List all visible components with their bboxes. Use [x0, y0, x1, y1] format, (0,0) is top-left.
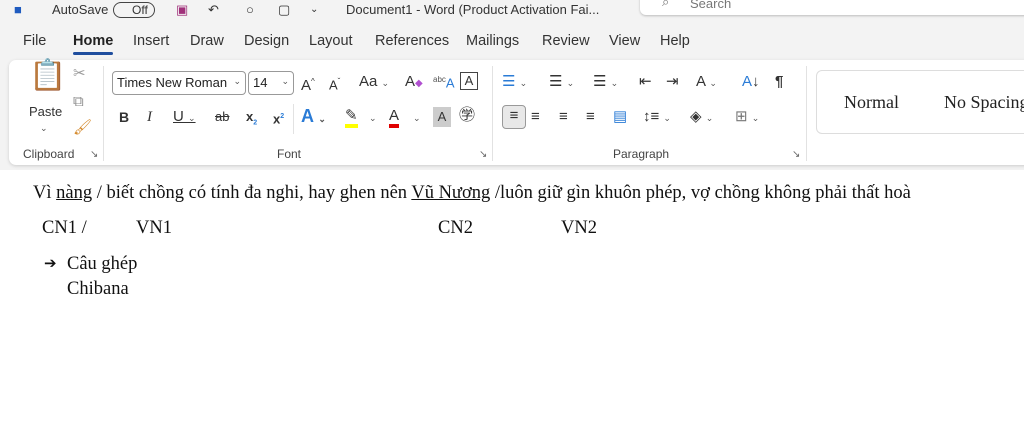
ribbon-home: 📋 Paste ⌄ ✂ ⧉ 🖌 Clipboard ↘ Times New Ro… [9, 60, 1024, 165]
tab-mailings[interactable]: Mailings [466, 33, 519, 49]
divider [103, 66, 104, 161]
highlight-color-icon[interactable]: ✎ [345, 106, 358, 128]
format-painter-icon[interactable]: 🖌 [73, 118, 92, 138]
phonetic-guide-icon[interactable]: abcA [433, 70, 455, 93]
ribbon-area: ■ AutoSave Off ▣ ↶ ○ ▢ ⌄ Document1 - Wor… [0, 0, 1024, 170]
bold-icon[interactable]: B [119, 107, 129, 127]
note-text: Chibana [67, 279, 129, 299]
show-marks-icon[interactable]: ¶ [775, 72, 783, 92]
font-group-label: Font [277, 147, 302, 161]
font-size-select[interactable]: 14 ⌄ [248, 71, 294, 95]
customize-chevron-icon[interactable]: ⌄ [310, 2, 318, 18]
superscript-icon[interactable]: x2 [273, 107, 284, 129]
arrow-icon: ➔ [44, 254, 57, 272]
paragraph-sentence: Vì nàng / biết chồng có tính đa nghi, ha… [33, 183, 911, 203]
line-spacing-icon[interactable]: ↕≡ ⌄ [643, 107, 671, 128]
bullets-icon[interactable]: ☰ ⌄ [502, 72, 527, 93]
character-spacing-icon[interactable]: A ⌄ [696, 72, 717, 93]
window-title: Document1 - Word (Product Activation Fai… [346, 2, 600, 17]
chevron-down-icon: ⌄ [281, 76, 289, 86]
tab-draw[interactable]: Draw [190, 33, 224, 49]
font-launcher-icon[interactable]: ↘ [479, 149, 487, 160]
redo-icon[interactable]: ○ [246, 2, 254, 18]
shrink-font-icon[interactable]: Aˇ [329, 72, 340, 95]
borders-icon[interactable]: ⊞ ⌄ [735, 107, 759, 128]
paste-icon[interactable]: 📋 [29, 61, 66, 91]
autosave-label: AutoSave [52, 2, 109, 17]
sort-icon[interactable]: A↓ [742, 72, 760, 92]
label-cn2: CN2 [438, 218, 473, 238]
numbering-icon[interactable]: ☰ ⌄ [549, 72, 574, 93]
undo-icon[interactable]: ↶ [208, 2, 219, 18]
divider [293, 104, 294, 134]
shading-icon[interactable]: ◈ ⌄ [690, 107, 713, 128]
save-icon[interactable]: ▣ [176, 2, 188, 18]
cut-icon[interactable]: ✂ [73, 64, 86, 84]
tab-file[interactable]: File [23, 33, 46, 49]
paragraph-group-label: Paragraph [613, 147, 670, 161]
styles-gallery: Normal No Spacing [816, 70, 1024, 134]
copy-icon[interactable]: ⧉ [73, 92, 84, 112]
chevron-down-icon: ⌄ [233, 76, 241, 86]
multilevel-list-icon[interactable]: ☰ ⌄ [593, 72, 618, 93]
label-cn1: CN1 / [42, 218, 87, 238]
italic-icon[interactable]: I [147, 107, 152, 127]
paragraph-launcher-icon[interactable]: ↘ [792, 149, 800, 160]
font-color-dropdown-icon[interactable]: ⌄ [413, 108, 421, 128]
new-doc-icon[interactable]: ▢ [278, 2, 290, 18]
tab-help[interactable]: Help [660, 33, 690, 49]
text-effects-icon[interactable]: A ⌄ [301, 106, 326, 129]
distributed-icon[interactable]: ▤ [613, 107, 627, 127]
search-icon: ⌕ [662, 0, 670, 9]
tab-home[interactable]: Home [73, 33, 114, 55]
tab-view[interactable]: View [609, 33, 640, 49]
grow-font-icon[interactable]: A^ [301, 72, 315, 96]
decrease-indent-icon[interactable]: ⇤ [639, 72, 652, 92]
tab-layout[interactable]: Layout [309, 33, 353, 49]
clipboard-launcher-icon[interactable]: ↘ [90, 149, 98, 160]
strikethrough-icon[interactable]: ab [215, 107, 229, 127]
clipboard-group-label: Clipboard [23, 147, 75, 161]
align-left-icon[interactable]: ≡ [502, 105, 526, 129]
increase-indent-icon[interactable]: ⇥ [666, 72, 679, 92]
font-color-icon[interactable]: A [389, 106, 400, 128]
label-vn2: VN2 [561, 218, 597, 238]
change-case-icon[interactable]: Aa ⌄ [359, 72, 389, 93]
divider [806, 66, 807, 161]
highlight-dropdown-icon[interactable]: ⌄ [369, 108, 377, 128]
clear-formatting-icon[interactable]: A◆ [405, 72, 423, 94]
tab-insert[interactable]: Insert [133, 33, 169, 49]
autosave-toggle[interactable]: Off [113, 2, 155, 18]
divider [492, 66, 493, 161]
search-input[interactable]: ⌕ Search [640, 0, 1024, 15]
align-center-icon[interactable]: ≡ [531, 107, 540, 127]
subscript-icon[interactable]: x2 [246, 107, 257, 134]
character-shading-icon[interactable]: A [433, 107, 451, 127]
underline-icon[interactable]: U ⌄ [173, 107, 196, 128]
paste-dropdown-icon[interactable]: ⌄ [40, 118, 48, 138]
label-vn1: VN1 [136, 218, 172, 238]
tab-review[interactable]: Review [542, 33, 590, 49]
font-name-select[interactable]: Times New Roman ⌄ [112, 71, 246, 95]
style-no-spacing[interactable]: No Spacing [944, 92, 1024, 113]
style-normal[interactable]: Normal [844, 92, 899, 113]
word-icon: ■ [14, 2, 22, 17]
justify-icon[interactable]: ≡ [586, 107, 595, 127]
tab-design[interactable]: Design [244, 33, 289, 49]
conclusion-text: Câu ghép [67, 254, 138, 274]
enclose-characters-icon[interactable]: ㊫ [459, 106, 475, 126]
align-right-icon[interactable]: ≡ [559, 107, 568, 127]
character-border-icon[interactable]: A [460, 72, 478, 90]
tab-references[interactable]: References [375, 33, 449, 49]
